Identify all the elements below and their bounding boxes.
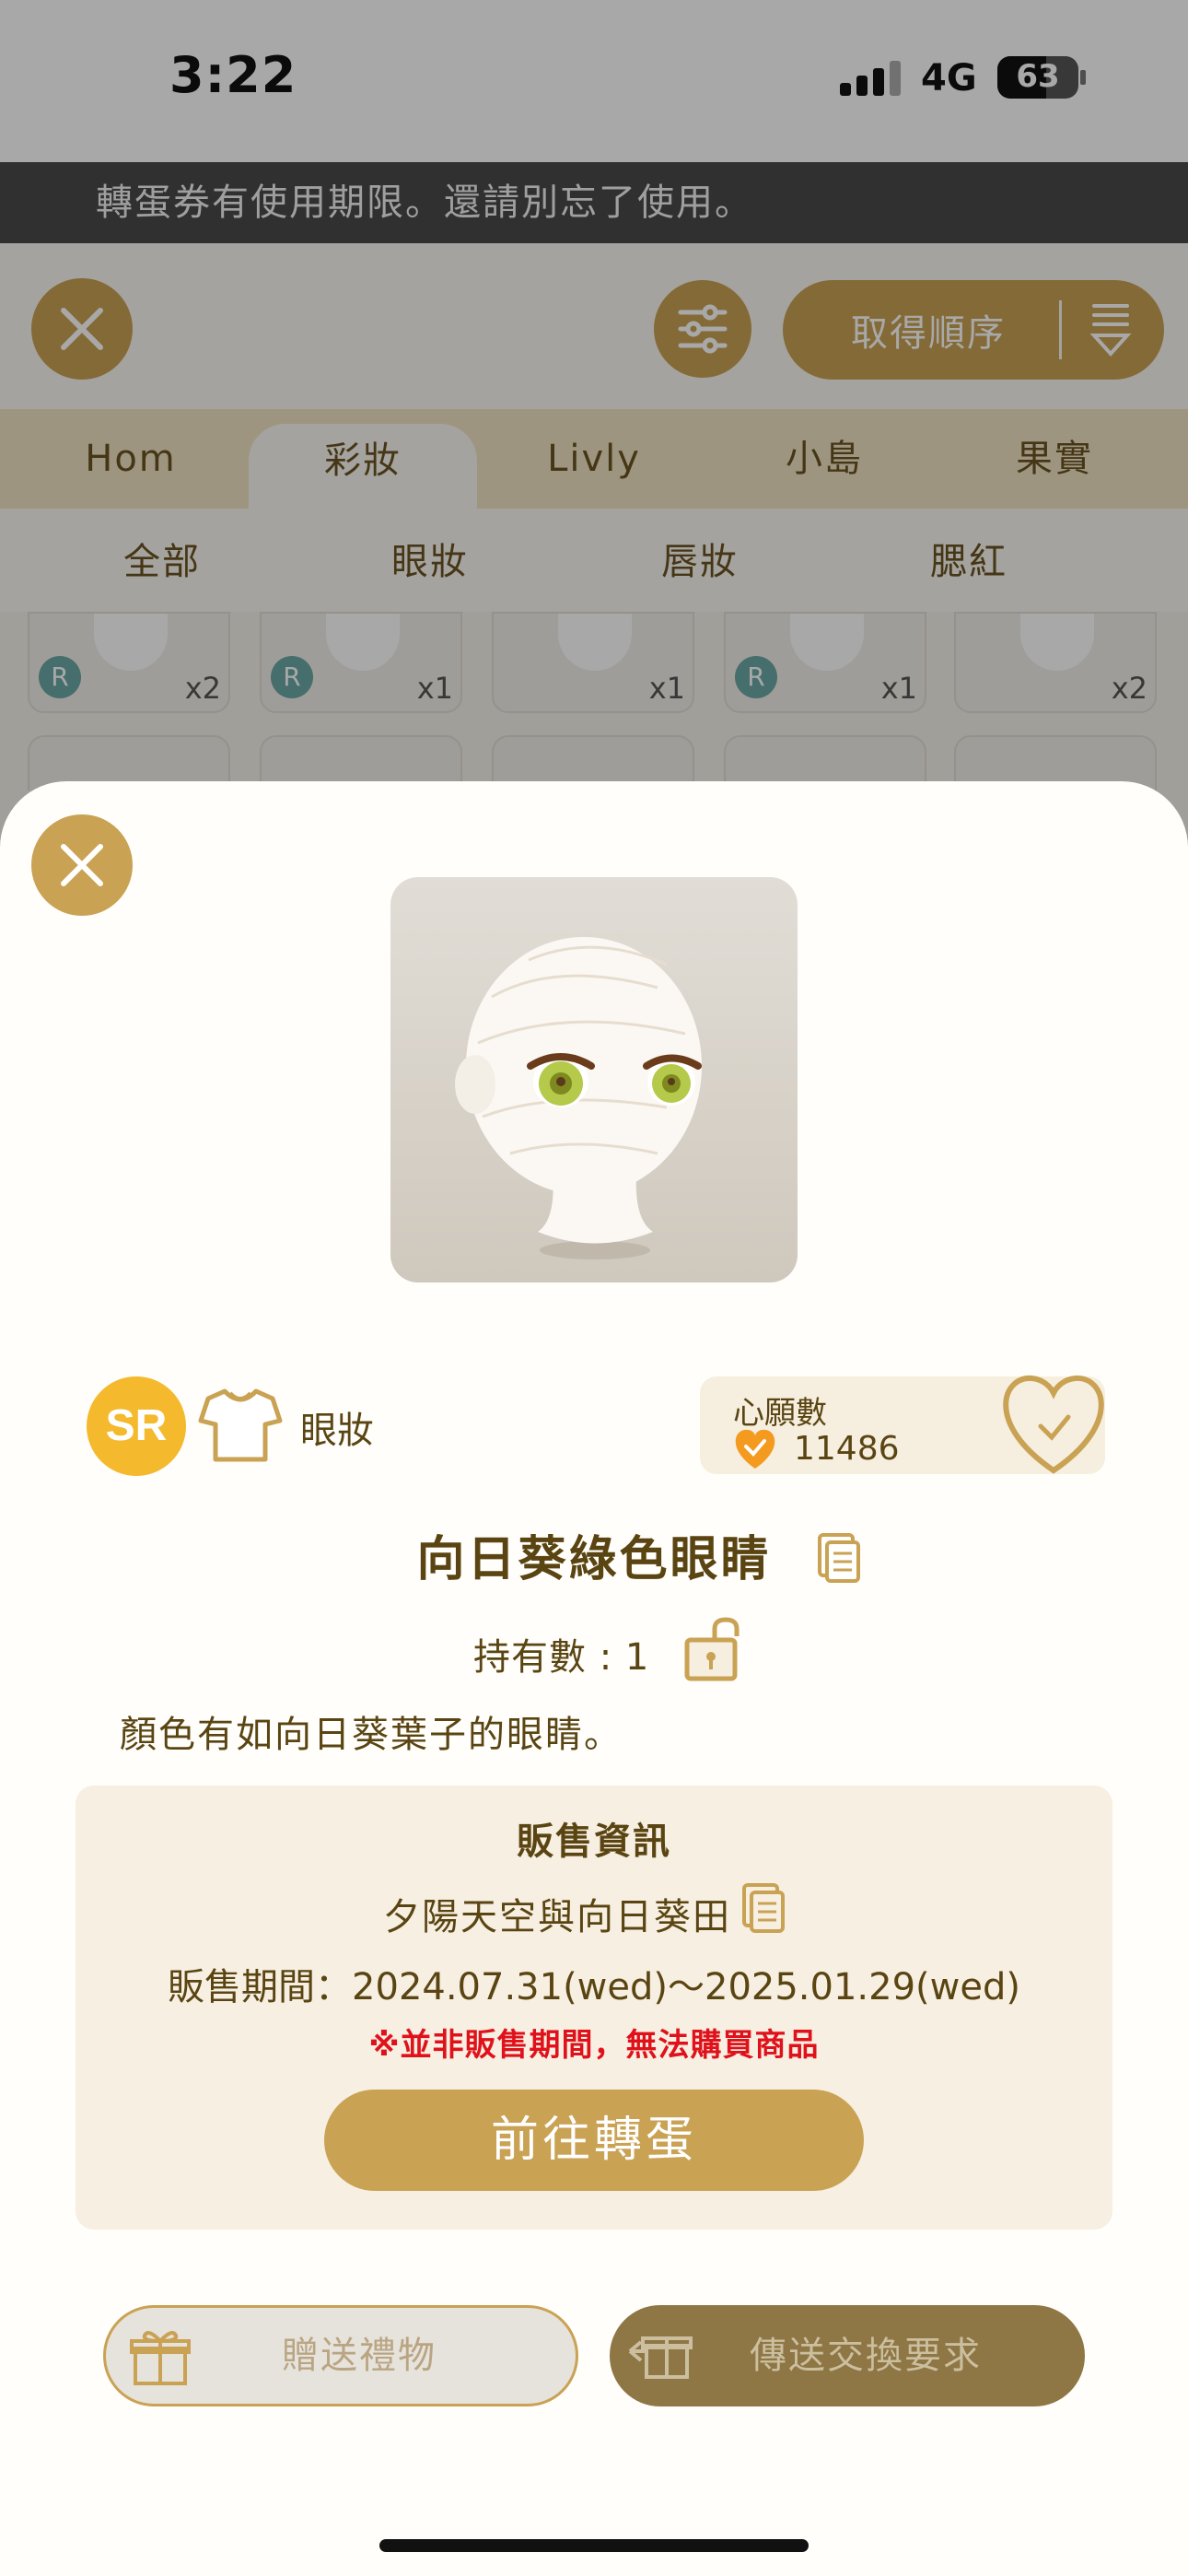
- send-gift-label: 贈送禮物: [282, 2335, 437, 2377]
- send-gift-button[interactable]: 贈送禮物: [103, 2305, 578, 2406]
- sale-period: 販售期間：2024.07.31(wed)～2025.01.29(wed): [168, 1966, 1020, 2008]
- wish-heart-button[interactable]: [996, 1373, 1111, 1476]
- shirt-icon: [198, 1388, 283, 1462]
- mannequin-head-image: [455, 937, 702, 1259]
- close-icon: [61, 844, 103, 886]
- item-preview-image: [390, 877, 798, 1282]
- home-indicator[interactable]: [379, 2539, 809, 2552]
- wish-count-label: 心願數: [733, 1395, 827, 1432]
- unlock-icon[interactable]: [681, 1616, 751, 1682]
- sale-warning: ※並非販售期間，無法購買商品: [368, 2027, 820, 2064]
- heart-icon: [735, 1429, 775, 1469]
- wish-count-value: 11486: [794, 1430, 900, 1468]
- send-trade-request-button[interactable]: 傳送交換要求: [610, 2305, 1085, 2406]
- owned-count: 持有數 : 1: [473, 1636, 650, 1679]
- item-description: 顏色有如向日葵葉子的眼睛。: [120, 1714, 623, 1756]
- copy-icon[interactable]: [816, 1531, 862, 1585]
- sale-info-title: 販售資訊: [517, 1821, 671, 1863]
- go-to-gacha-button[interactable]: 前往轉蛋: [324, 2090, 864, 2191]
- item-category: 眼妝: [300, 1410, 374, 1452]
- rarity-badge: SR: [87, 1376, 186, 1476]
- close-button[interactable]: [31, 814, 133, 916]
- send-trade-request-label: 傳送交換要求: [750, 2335, 982, 2377]
- sale-source-name: 夕陽天空與向日葵田: [383, 1896, 731, 1938]
- copy-icon[interactable]: [740, 1881, 786, 1935]
- item-name: 向日葵綠色眼睛: [416, 1532, 772, 1587]
